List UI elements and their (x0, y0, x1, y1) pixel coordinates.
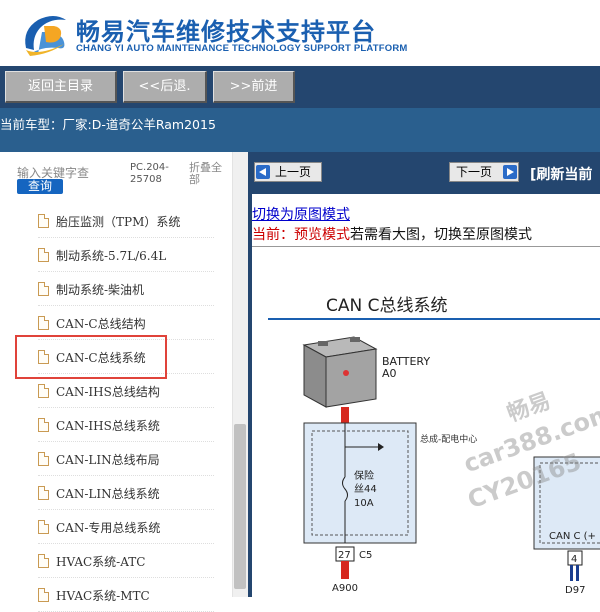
document-icon (38, 214, 49, 228)
document-icon (38, 486, 49, 500)
pin-right-number: 4 (571, 554, 577, 565)
battery-wire (341, 407, 349, 423)
tree-item[interactable]: CAN-IHS总线结构 (38, 374, 214, 408)
tree-item[interactable]: HVAC系统-ATC (38, 544, 214, 578)
left-scrollbar-thumb[interactable] (234, 424, 246, 589)
can-wire-b (576, 565, 579, 581)
document-icon (38, 418, 49, 432)
fuse-label-line1: 保险 (354, 469, 374, 482)
diagram-title: CAN C总线系统 (326, 296, 448, 316)
viewer-toolbar: 上一页 下一页 [刷新当前 (252, 152, 600, 194)
arrow-left-icon (256, 165, 270, 179)
tree-item-label: HVAC系统-MTC (56, 589, 150, 603)
document-icon (38, 316, 49, 330)
tree-item-label: CAN-LIN总线布局 (56, 453, 160, 467)
tree-item-label: 胎压监测（TPM）系统 (56, 215, 181, 229)
tree-item-label: 制动系统-柴油机 (56, 283, 145, 297)
current-vehicle-text: 当前车型：厂家:D-道奇公羊Ram2015 (0, 117, 216, 132)
tree-item-label: HVAC系统-ATC (56, 555, 146, 569)
mode-hint-text: 若需看大图，切换至原图模式 (350, 227, 532, 243)
next-page-label: 下一页 (456, 165, 493, 179)
tree-item-label: CAN-IHS总线系统 (56, 419, 160, 433)
tree-item[interactable]: CAN-专用总线系统 (38, 510, 214, 544)
diagram-viewer: 上一页 下一页 [刷新当前 切换为原图模式 当前：预览模式若需看大图，切换至原图… (252, 152, 600, 597)
fuse-amp: 10A (354, 498, 374, 509)
switch-original-mode-link[interactable]: 切换为原图模式 (252, 204, 350, 224)
can-wire-a (570, 565, 573, 581)
fuse-label-line2: 丝44 (354, 483, 377, 495)
tree-item[interactable]: 制动系统-5.7L/6.4L (38, 238, 214, 272)
pin-left-number: 27 (338, 550, 351, 561)
search-button[interactable]: 查询 (17, 179, 63, 194)
document-icon (38, 452, 49, 466)
wire-right-label: D97 (565, 585, 585, 596)
mode-current-label: 当前：预览模式 (252, 227, 350, 243)
vehicle-bar: 当前车型：厂家:D-道奇公羊Ram2015 (0, 108, 600, 152)
tree-item-label: CAN-LIN总线系统 (56, 487, 160, 501)
refresh-link[interactable]: [刷新当前 (530, 164, 592, 184)
mode-status-line: 当前：预览模式若需看大图，切换至原图模式 (252, 224, 532, 244)
document-icon (38, 384, 49, 398)
prev-page-button[interactable]: 上一页 (254, 162, 322, 182)
wire-left-label: A900 (332, 583, 358, 594)
pc-code-label: PC.204-25708 (130, 162, 169, 185)
logo-icon (20, 10, 70, 58)
document-icon (38, 554, 49, 568)
document-icon (38, 588, 49, 602)
home-button[interactable]: 返回主目录 (5, 71, 117, 103)
forward-button[interactable]: >>前进 (213, 71, 295, 103)
can-module-label: CAN C (+ (549, 531, 596, 542)
collapse-all-button[interactable]: 折叠全部 (189, 162, 229, 186)
connector-left-code: C5 (359, 550, 372, 561)
document-icon (38, 248, 49, 262)
battery-code: A0 (382, 367, 397, 380)
battery-icon (302, 336, 378, 408)
main-navbar: 返回主目录 <<后退. >>前进 (0, 66, 600, 108)
tree-item[interactable]: HVAC系统-MTC (38, 578, 214, 612)
back-button[interactable]: <<后退. (123, 71, 207, 103)
next-page-button[interactable]: 下一页 (449, 162, 519, 182)
tree-item-label: CAN-IHS总线结构 (56, 385, 160, 399)
tree-item[interactable]: CAN-LIN总线系统 (38, 476, 214, 510)
tree-item[interactable]: 制动系统-柴油机 (38, 272, 214, 306)
tree-item-label: 制动系统-5.7L/6.4L (56, 249, 167, 263)
prev-page-label: 上一页 (275, 165, 312, 179)
wire-a900 (341, 561, 349, 579)
tree-item-label: CAN-专用总线系统 (56, 521, 161, 535)
brand-title: 畅易汽车维修技术支持平台 (76, 18, 376, 46)
site-header: 畅易汽车维修技术支持平台 CHANG YI AUTO MAINTENANCE T… (0, 0, 600, 66)
tree-item[interactable]: CAN-IHS总线系统 (38, 408, 214, 442)
document-icon (38, 520, 49, 534)
arrow-right-icon (503, 165, 517, 179)
tree-item-label: CAN-C总线结构 (56, 317, 146, 331)
tree-item[interactable]: 胎压监测（TPM）系统 (38, 204, 214, 238)
document-icon (38, 282, 49, 296)
brand-subtitle: CHANG YI AUTO MAINTENANCE TECHNOLOGY SUP… (76, 43, 408, 54)
power-distribution-center-box (303, 422, 417, 544)
tree-item[interactable]: CAN-LIN总线布局 (38, 442, 214, 476)
pdc-label: 总成-配电中心 (420, 433, 477, 445)
selection-highlight-box (15, 335, 167, 379)
